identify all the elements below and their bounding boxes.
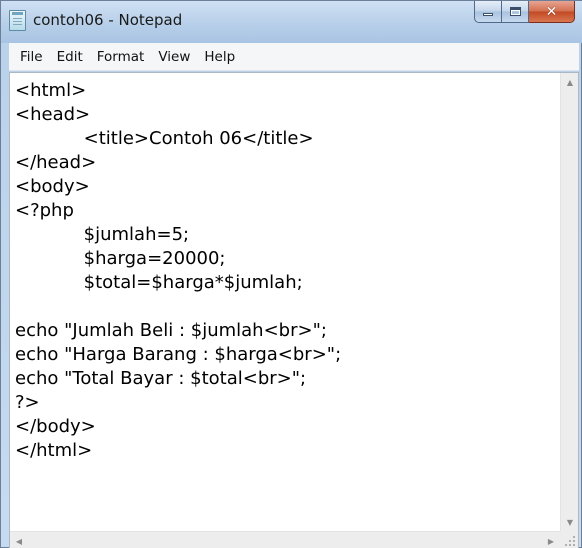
horizontal-scrollbar[interactable]: ◀ ▶ (10, 531, 560, 548)
maximize-icon (509, 7, 521, 16)
code-line: echo "Harga Barang : $harga<br>"; (15, 344, 342, 365)
window-title: contoh06 - Notepad (33, 11, 183, 29)
scroll-right-icon[interactable]: ▶ (542, 532, 560, 548)
menu-view[interactable]: View (151, 43, 197, 71)
menu-bar: File Edit Format View Help (9, 43, 579, 71)
code-line: ?> (15, 392, 40, 413)
minimize-button[interactable] (474, 1, 502, 23)
code-line: <title>Contoh 06</title> (15, 128, 314, 149)
scroll-down-icon[interactable]: ▼ (561, 513, 579, 531)
menu-file[interactable]: File (13, 43, 50, 71)
code-line: <html> (15, 80, 87, 101)
grip-dot (569, 544, 571, 546)
code-line: $total=$harga*$jumlah; (15, 272, 303, 293)
title-bar[interactable]: contoh06 - Notepad ✕ (1, 1, 582, 43)
notepad-window: contoh06 - Notepad ✕ File Edit Format Vi… (0, 0, 582, 548)
code-line: echo "Jumlah Beli : $jumlah<br>"; (15, 320, 327, 341)
text-editor[interactable]: <html> <head> <title>Contoh 06</title> <… (9, 72, 579, 548)
grip-dot (573, 540, 575, 542)
editor-text-area[interactable]: <html> <head> <title>Contoh 06</title> <… (15, 79, 558, 531)
menu-edit[interactable]: Edit (50, 43, 90, 71)
resize-grip-icon[interactable] (560, 531, 578, 548)
code-line: echo "Total Bayar : $total<br>"; (15, 368, 307, 389)
notepad-icon[interactable] (9, 10, 26, 31)
close-button[interactable]: ✕ (529, 1, 575, 23)
code-line: <?php (15, 200, 74, 221)
grip-dot (565, 544, 567, 546)
scroll-up-icon[interactable]: ▲ (561, 73, 579, 91)
code-line: $harga=20000; (15, 248, 226, 269)
scroll-left-icon[interactable]: ◀ (10, 532, 28, 548)
code-line: </body> (15, 416, 96, 437)
maximize-button[interactable] (502, 1, 529, 23)
menu-help[interactable]: Help (197, 43, 242, 71)
code-line: $jumlah=5; (15, 224, 190, 245)
code-line: <head> (15, 104, 91, 125)
minimize-icon (483, 13, 493, 16)
code-line: <body> (15, 176, 90, 197)
grip-dot (573, 536, 575, 538)
window-controls: ✕ (474, 1, 575, 25)
vertical-scrollbar[interactable]: ▲ ▼ (560, 73, 578, 531)
grip-dot (569, 540, 571, 542)
code-line: </html> (15, 440, 93, 461)
grip-dot (573, 544, 575, 546)
code-line: </head> (15, 152, 97, 173)
close-icon: ✕ (545, 3, 558, 20)
menu-format[interactable]: Format (90, 43, 152, 71)
